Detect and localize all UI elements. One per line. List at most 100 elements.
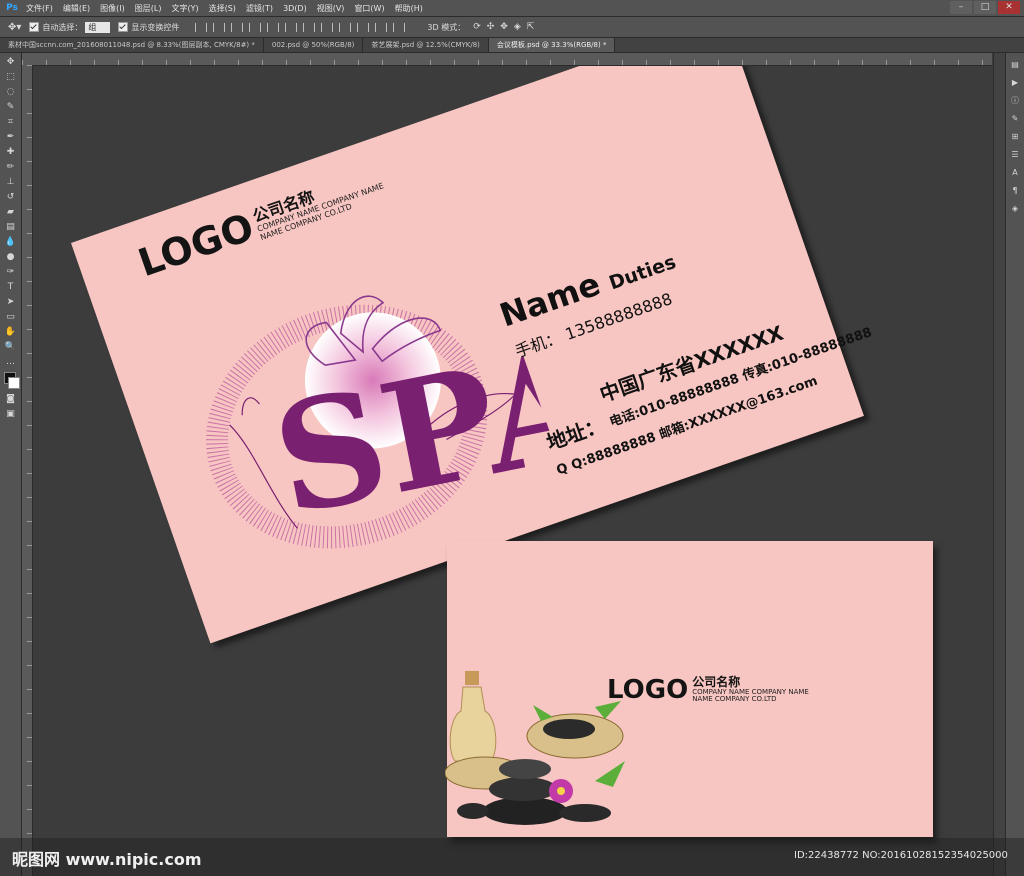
window-controls: – □ ✕ xyxy=(950,1,1020,14)
align-bottom-icon[interactable] xyxy=(231,22,244,32)
brush-panel-icon[interactable]: ✎ xyxy=(1009,113,1021,125)
actions-panel-icon[interactable]: ▶ xyxy=(1009,77,1021,89)
tab-document-1[interactable]: 素材中国sccnn.com_2016080110​48.psd @ 8.33%(… xyxy=(0,38,264,52)
oil-bottle xyxy=(449,686,497,762)
info-panel-icon[interactable]: ⓘ xyxy=(1009,95,1021,107)
close-icon[interactable]: ✕ xyxy=(998,1,1020,14)
move-tool-icon[interactable]: ✥▾ xyxy=(8,22,21,33)
align-vcenter-icon[interactable] xyxy=(213,22,226,32)
stone-top xyxy=(499,759,551,779)
nipic-watermark: 昵图网 www.nipic.com xyxy=(12,850,202,869)
3d-panel-icon[interactable]: ◈ xyxy=(1009,203,1021,215)
menu-edit[interactable]: 编辑(E) xyxy=(63,3,90,14)
zoom-icon[interactable]: 🔍 xyxy=(4,341,17,353)
horizontal-ruler[interactable] xyxy=(22,53,992,66)
distribute-hcenter-icon[interactable] xyxy=(375,22,388,32)
dodge-icon[interactable]: ● xyxy=(4,251,17,263)
maximize-icon[interactable]: □ xyxy=(974,1,996,14)
paragraph-panel-icon[interactable]: ¶ xyxy=(1009,185,1021,197)
auto-select-option[interactable]: 自动选择： 组 xyxy=(29,21,111,33)
image-id: ID:22438772 NO:20161028152354025000 xyxy=(794,850,1008,861)
distribute-bottom-icon[interactable] xyxy=(339,22,352,32)
blur-icon[interactable]: 💧 xyxy=(4,236,17,248)
pen-icon[interactable]: ✑ xyxy=(4,266,17,278)
marquee-icon[interactable]: ⬚ xyxy=(4,71,17,83)
lasso-icon[interactable]: ◌ xyxy=(4,86,17,98)
tab-document-2[interactable]: 002.psd @ 50%(RGB/8) xyxy=(264,38,364,52)
menu-image[interactable]: 图像(I) xyxy=(100,3,125,14)
menu-type[interactable]: 文字(Y) xyxy=(171,3,198,14)
menu-help[interactable]: 帮助(H) xyxy=(395,3,423,14)
stone-bottom xyxy=(483,797,567,825)
stone-side-left xyxy=(457,803,489,819)
align-left-icon[interactable] xyxy=(249,22,262,32)
menu-bar: Ps 文件(F) 编辑(E) 图像(I) 图层(L) 文字(Y) 选择(S) 滤… xyxy=(0,0,1024,17)
front-logo-text: LOGO xyxy=(132,204,260,286)
options-bar: ✥▾ 自动选择： 组 显示变换控件 3D 模式： ⟳✣✥◈⇱ xyxy=(0,17,1024,38)
eraser-icon[interactable]: ▰ xyxy=(4,206,17,218)
mode-3d-label: 3D 模式： xyxy=(427,22,466,32)
back-logo-block: LOGO 公司名称 COMPANY NAME COMPANY NAME NAME… xyxy=(607,676,809,703)
shape-icon[interactable]: ▭ xyxy=(4,311,17,323)
back-logo-text: LOGO xyxy=(607,675,689,706)
gradient-icon[interactable]: ▤ xyxy=(4,221,17,233)
menu-filter[interactable]: 滤镜(T) xyxy=(246,3,273,14)
character-panel-icon[interactable]: A xyxy=(1009,167,1021,179)
adjustments-icon[interactable]: ☰ xyxy=(1009,149,1021,161)
clone-source-icon[interactable]: ⊞ xyxy=(1009,131,1021,143)
orchid-center xyxy=(557,787,565,795)
auto-select-checkbox[interactable] xyxy=(29,22,40,32)
tab-document-3[interactable]: 茶艺展架.psd @ 12.5%(CMYK/8) xyxy=(363,38,489,52)
hand-icon[interactable]: ✋ xyxy=(4,326,17,338)
auto-select-dropdown[interactable]: 组 xyxy=(85,21,111,33)
align-right-icon[interactable] xyxy=(285,22,298,32)
crop-icon[interactable]: ⌗ xyxy=(4,116,17,128)
cork xyxy=(465,671,479,685)
menu-file[interactable]: 文件(F) xyxy=(26,3,53,14)
history-panel-icon[interactable]: ▤ xyxy=(1009,59,1021,71)
document-tabs: 素材中国sccnn.com_2016080110​48.psd @ 8.33%(… xyxy=(0,38,1024,53)
distribute-left-icon[interactable] xyxy=(357,22,370,32)
color-swatches xyxy=(0,368,21,390)
menu-view[interactable]: 视图(V) xyxy=(317,3,345,14)
menu-layer[interactable]: 图层(L) xyxy=(135,3,162,14)
distribute-vcenter-icon[interactable] xyxy=(321,22,334,32)
business-card-back[interactable]: LOGO 公司名称 COMPANY NAME COMPANY NAME NAME… xyxy=(445,541,933,837)
show-transform-checkbox[interactable] xyxy=(118,22,129,32)
menu-select[interactable]: 选择(S) xyxy=(209,3,236,14)
type-icon[interactable]: T xyxy=(4,281,17,293)
back-company-en-2: NAME COMPANY CO.LTD xyxy=(692,694,777,703)
stone-bowl xyxy=(543,719,595,739)
align-top-icon[interactable] xyxy=(195,22,208,32)
healing-icon[interactable]: ✚ xyxy=(4,146,17,158)
quick-mask-icon[interactable]: ◙ xyxy=(4,393,17,405)
minimize-icon[interactable]: – xyxy=(950,1,972,14)
align-buttons xyxy=(195,22,406,32)
front-company-meta: 公司名称 COMPANY NAME COMPANY NAME NAME COMP… xyxy=(250,167,388,243)
screen-mode-icon[interactable]: ▣ xyxy=(4,408,17,420)
more-tools-icon[interactable]: … xyxy=(4,356,17,368)
canvas-area[interactable]: LOGO 公司名称 COMPANY NAME COMPANY NAME NAME… xyxy=(33,66,993,876)
brush-icon[interactable]: ✏ xyxy=(4,161,17,173)
stamp-icon[interactable]: ⊥ xyxy=(4,176,17,188)
show-transform-option[interactable]: 显示变换控件 xyxy=(118,22,179,33)
background-color-swatch[interactable] xyxy=(8,377,20,389)
align-hcenter-icon[interactable] xyxy=(267,22,280,32)
show-transform-label: 显示变换控件 xyxy=(131,22,180,32)
quick-select-icon[interactable]: ✎ xyxy=(4,101,17,113)
stone-side-right xyxy=(559,804,611,822)
distribute-right-icon[interactable] xyxy=(393,22,406,32)
move-icon[interactable]: ✥ xyxy=(4,56,17,68)
history-brush-icon[interactable]: ↺ xyxy=(4,191,17,203)
photoshop-logo: Ps xyxy=(6,3,18,13)
3d-mode-icons[interactable]: ⟳✣✥◈⇱ xyxy=(473,22,540,32)
tab-document-4[interactable]: 会议模板.psd @ 33.3%(RGB/8) * xyxy=(488,38,616,52)
path-select-icon[interactable]: ➤ xyxy=(4,296,17,308)
stone-middle xyxy=(489,777,557,801)
vertical-ruler[interactable] xyxy=(22,65,33,876)
back-company-cn: 公司名称 xyxy=(692,675,741,689)
menu-window[interactable]: 窗口(W) xyxy=(354,3,384,14)
distribute-top-icon[interactable] xyxy=(303,22,316,32)
eyedropper-icon[interactable]: ✒ xyxy=(4,131,17,143)
menu-3d[interactable]: 3D(D) xyxy=(283,4,307,13)
